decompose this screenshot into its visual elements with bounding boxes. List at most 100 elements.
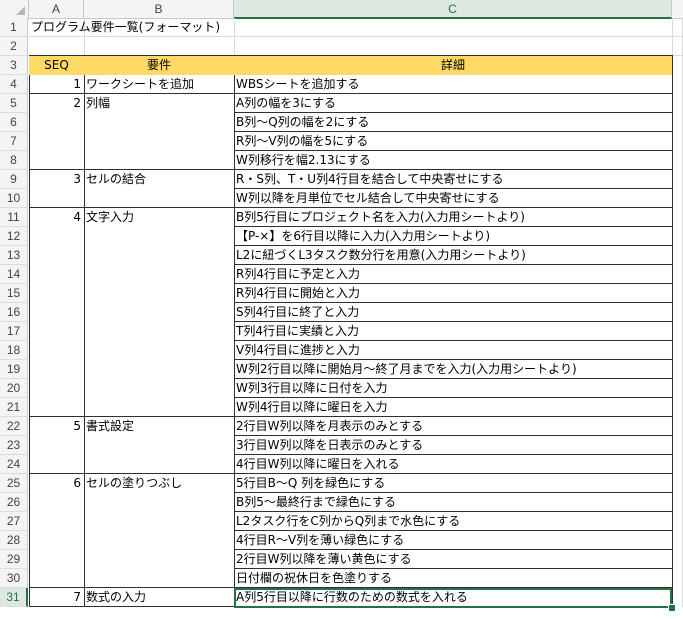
row-header[interactable]: 21 (0, 398, 28, 417)
cell-seq[interactable] (29, 151, 84, 170)
cell-detail[interactable]: B列5～最終行まで緑色にする (234, 493, 672, 512)
cell-detail[interactable]: R・S列、T・U列4行目を結合して中央寄せにする (234, 170, 672, 189)
header-seq[interactable]: SEQ (29, 56, 84, 75)
cell-seq[interactable] (29, 246, 84, 265)
cell-requirement[interactable] (84, 493, 234, 512)
cell-seq[interactable] (29, 227, 84, 246)
cell-detail[interactable]: L2タスク行をC列からQ列まで水色にする (234, 512, 672, 531)
cell-requirement[interactable]: セルの結合 (84, 170, 234, 189)
cell-detail[interactable]: 2行目W列以降を薄い黄色にする (234, 550, 672, 569)
row-header[interactable]: 10 (0, 189, 28, 208)
cell-detail[interactable]: A列5行目以降に行数のための数式を入れる (234, 588, 672, 607)
row-header[interactable]: 1 (0, 18, 28, 37)
row-header[interactable]: 4 (0, 75, 28, 94)
cell-detail[interactable]: B列～Q列の幅を2にする (234, 113, 672, 132)
row-header[interactable]: 12 (0, 227, 28, 246)
cell-detail[interactable]: W列以降を月単位でセル結合して中央寄せにする (234, 189, 672, 208)
cell-requirement[interactable] (84, 113, 234, 132)
cell-detail[interactable]: W列移行を幅2.13にする (234, 151, 672, 170)
row-header[interactable]: 3 (0, 56, 28, 75)
cell-seq[interactable] (29, 341, 84, 360)
cell-requirement[interactable] (84, 322, 234, 341)
cell-seq[interactable] (29, 360, 84, 379)
row-header[interactable]: 13 (0, 246, 28, 265)
cell-seq[interactable]: 1 (29, 75, 84, 94)
row-header[interactable]: 23 (0, 436, 28, 455)
row-header[interactable]: 26 (0, 493, 28, 512)
cell-detail[interactable]: W列3行目以降に日付を入力 (234, 379, 672, 398)
cell-detail[interactable]: R列4行目に開始と入力 (234, 284, 672, 303)
cell-seq[interactable]: 6 (29, 474, 84, 493)
row-header[interactable]: 30 (0, 569, 28, 588)
cell-detail[interactable]: 4行目R～V列を薄い緑色にする (234, 531, 672, 550)
row-header[interactable]: 17 (0, 322, 28, 341)
cell-detail[interactable]: L2に紐づくL3タスク数分行を用意(入力用シートより) (234, 246, 672, 265)
header-detail[interactable]: 詳細 (234, 56, 672, 75)
cell-seq[interactable] (29, 189, 84, 208)
row-header[interactable]: 20 (0, 379, 28, 398)
cell-detail[interactable]: A列の幅を3にする (234, 94, 672, 113)
cell-seq[interactable] (29, 569, 84, 588)
cell-detail[interactable]: WBSシートを追加する (234, 75, 672, 94)
cell-seq[interactable] (29, 512, 84, 531)
header-requirement[interactable]: 要件 (84, 56, 234, 75)
cell-requirement[interactable] (84, 379, 234, 398)
cell-detail[interactable]: W列4行目以降に曜日を入力 (234, 398, 672, 417)
spreadsheet-grid[interactable]: A B C 1 2 3 4 5 6 7 8 9 10 11 12 13 14 15 16 17 18 19 20 21 2… (0, 0, 683, 619)
cell-requirement[interactable]: 数式の入力 (84, 588, 234, 607)
row-header[interactable]: 24 (0, 455, 28, 474)
cell-seq[interactable] (29, 531, 84, 550)
cell-requirement[interactable] (84, 265, 234, 284)
row-header[interactable]: 25 (0, 474, 28, 493)
column-header-c[interactable]: C (234, 0, 672, 19)
cell-seq[interactable] (29, 550, 84, 569)
cell-detail[interactable] (234, 37, 672, 56)
cell-seq[interactable] (29, 132, 84, 151)
column-header-a[interactable]: A (29, 0, 84, 18)
cell-detail[interactable] (234, 18, 672, 37)
cell-requirement[interactable] (84, 531, 234, 550)
cell-detail[interactable]: 3行目W列以降を日表示のみとする (234, 436, 672, 455)
fill-handle[interactable] (668, 604, 676, 612)
cell-requirement[interactable] (84, 436, 234, 455)
cell-seq[interactable] (29, 322, 84, 341)
cell-seq[interactable]: 5 (29, 417, 84, 436)
row-header[interactable]: 16 (0, 303, 28, 322)
cell-seq[interactable] (29, 398, 84, 417)
row-header[interactable]: 28 (0, 531, 28, 550)
cell-seq[interactable] (29, 436, 84, 455)
cell-seq[interactable]: 7 (29, 588, 84, 607)
cell-requirement[interactable] (84, 151, 234, 170)
select-all-corner[interactable] (0, 0, 29, 18)
row-header[interactable]: 15 (0, 284, 28, 303)
cell-detail[interactable]: T列4行目に実績と入力 (234, 322, 672, 341)
cell-seq[interactable] (29, 265, 84, 284)
cell-seq[interactable] (29, 455, 84, 474)
row-header[interactable]: 27 (0, 512, 28, 531)
cell-requirement[interactable] (84, 398, 234, 417)
cell-requirement[interactable] (84, 341, 234, 360)
cell-requirement[interactable] (84, 455, 234, 474)
cell-requirement[interactable] (84, 227, 234, 246)
cell-detail[interactable]: R列～V列の幅を5にする (234, 132, 672, 151)
cell-seq[interactable] (29, 37, 84, 56)
cell-requirement[interactable]: 文字入力 (84, 208, 234, 227)
cell-seq[interactable] (29, 113, 84, 132)
cell-detail[interactable]: 4行目W列以降に曜日を入れる (234, 455, 672, 474)
sheet-title[interactable]: プログラム要件一覧(フォーマット) (29, 18, 234, 37)
cell-requirement[interactable] (84, 569, 234, 588)
cell-detail[interactable]: 5行目B～Q 列を緑色にする (234, 474, 672, 493)
cell-seq[interactable]: 4 (29, 208, 84, 227)
cell-detail[interactable]: W列2行目以降に開始月～終了月までを入力(入力用シートより) (234, 360, 672, 379)
cell-seq[interactable]: 3 (29, 170, 84, 189)
cell-detail[interactable]: S列4行目に終了と入力 (234, 303, 672, 322)
row-header[interactable]: 18 (0, 341, 28, 360)
row-header[interactable]: 7 (0, 132, 28, 151)
cell-requirement[interactable] (84, 132, 234, 151)
cell-detail[interactable]: B列5行目にプロジェクト名を入力(入力用シートより) (234, 208, 672, 227)
row-header[interactable]: 31 (0, 588, 28, 607)
cell-detail[interactable]: 2行目W列以降を月表示のみとする (234, 417, 672, 436)
column-header-b[interactable]: B (84, 0, 234, 18)
cell-detail[interactable]: R列4行目に予定と入力 (234, 265, 672, 284)
row-header[interactable]: 5 (0, 94, 28, 113)
